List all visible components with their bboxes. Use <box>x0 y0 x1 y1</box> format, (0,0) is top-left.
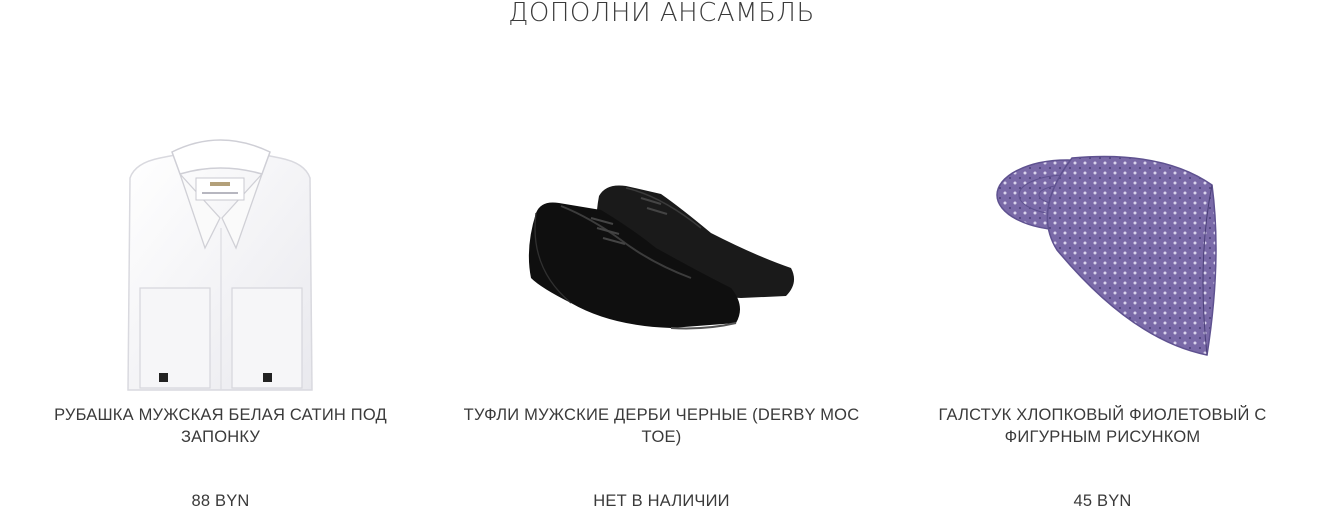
product-name[interactable]: ГАЛСТУК ХЛОПКОВЫЙ ФИОЛЕТОВЫЙ С ФИГУРНЫМ … <box>897 404 1308 448</box>
product-price: 88 BYN <box>191 492 250 510</box>
product-price: 45 BYN <box>1073 492 1132 510</box>
product-image-shirt[interactable] <box>0 108 441 398</box>
product-card-shoes[interactable]: ТУФЛИ МУЖСКИЕ ДЕРБИ ЧЕРНЫЕ (DERBY MOC TO… <box>441 0 882 529</box>
shoes-icon <box>528 185 795 330</box>
product-card-tie[interactable]: ГАЛСТУК ХЛОПКОВЫЙ ФИОЛЕТОВЫЙ С ФИГУРНЫМ … <box>882 0 1323 529</box>
product-name[interactable]: ТУФЛИ МУЖСКИЕ ДЕРБИ ЧЕРНЫЕ (DERBY MOC TO… <box>456 404 867 448</box>
product-availability: НЕТ В НАЛИЧИИ <box>593 492 730 510</box>
product-card-shirt[interactable]: РУБАШКА МУЖСКАЯ БЕЛАЯ САТИН ПОД ЗАПОНКУ … <box>0 0 441 529</box>
product-image-shoes[interactable] <box>441 178 882 348</box>
product-image-tie[interactable] <box>882 140 1323 360</box>
tie-icon <box>996 155 1217 356</box>
shirt-icon <box>127 139 313 391</box>
product-name[interactable]: РУБАШКА МУЖСКАЯ БЕЛАЯ САТИН ПОД ЗАПОНКУ <box>15 404 426 448</box>
